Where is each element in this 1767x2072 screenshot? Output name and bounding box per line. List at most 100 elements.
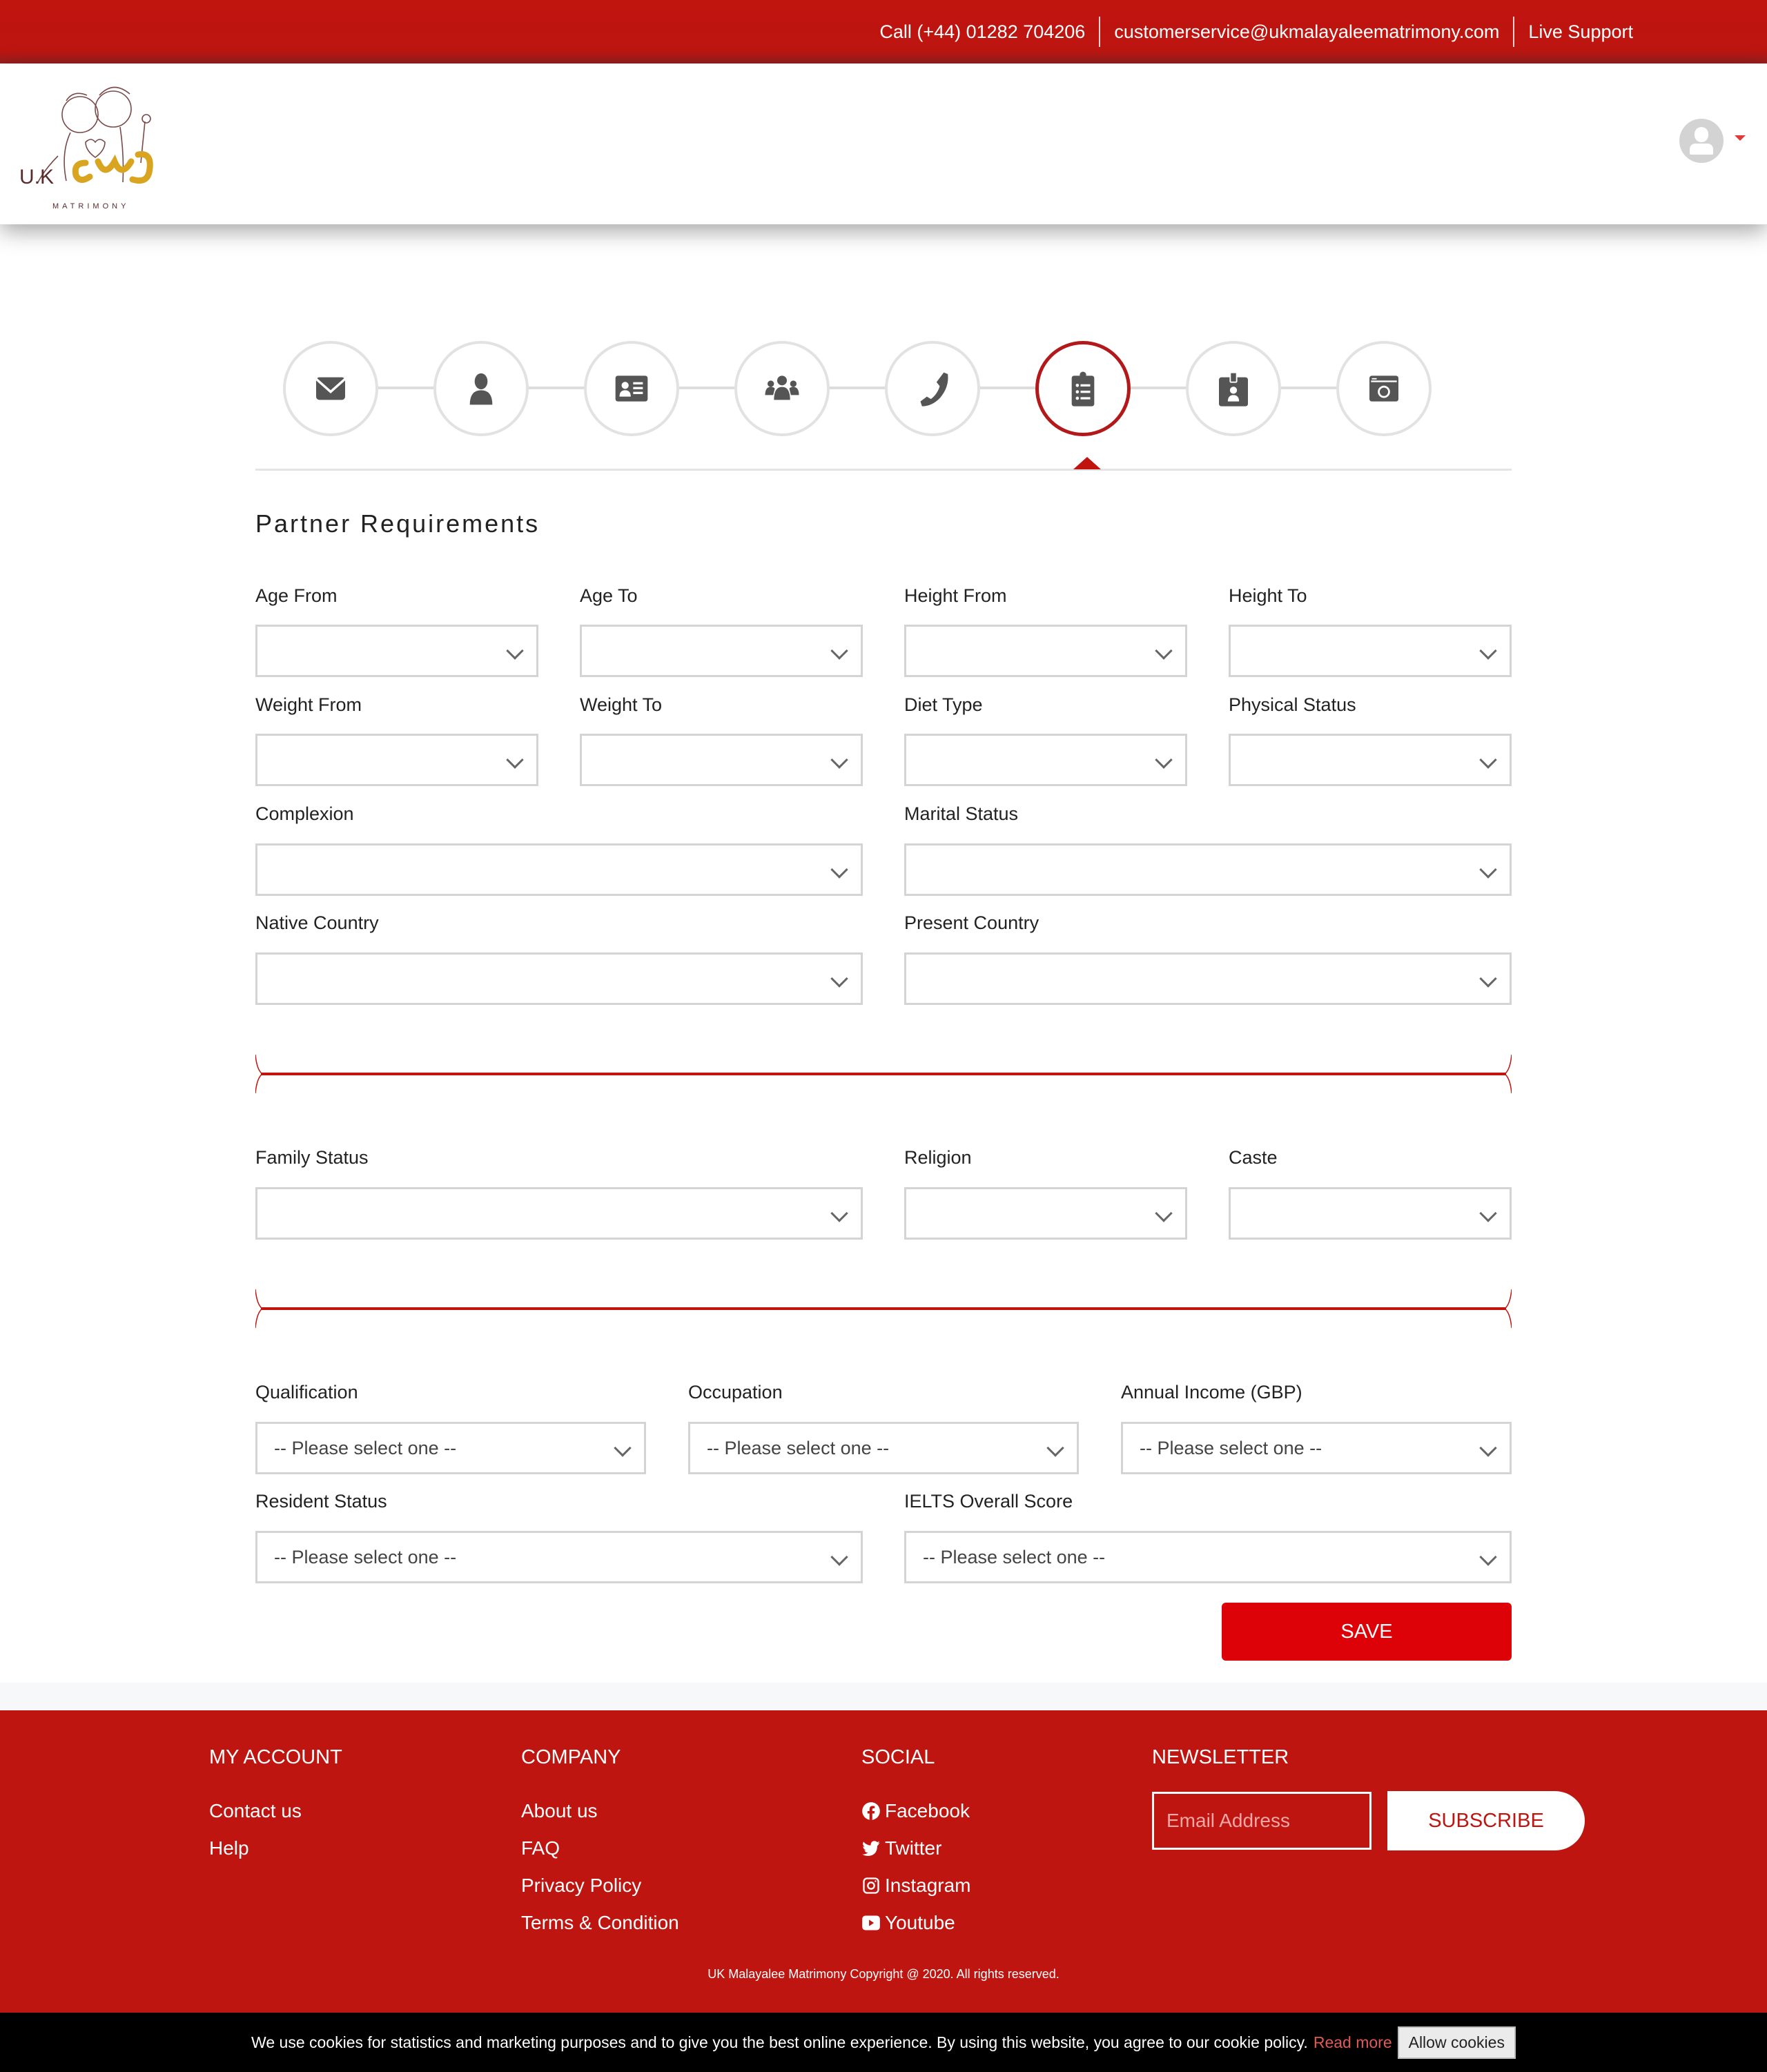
cookie-message: We use cookies for statistics and market… (251, 2033, 1308, 2051)
height-from-label: Height From (904, 585, 1007, 606)
present-country-select[interactable] (904, 952, 1512, 1005)
present-country-label: Present Country (904, 912, 1039, 933)
logo-couple-illustration: U.K MATRIMONY (19, 86, 153, 211)
footer-link-contact-us[interactable]: Contact us (209, 1800, 302, 1822)
chevron-down-icon (506, 642, 524, 660)
religion-label: Religion (904, 1147, 972, 1168)
footer-link-facebook[interactable]: Facebook (861, 1800, 970, 1822)
age-from-select[interactable] (255, 625, 538, 677)
newsletter-email-input[interactable]: Email Address (1152, 1792, 1371, 1850)
qualification-label: Qualification (255, 1382, 358, 1402)
family-status-select[interactable] (255, 1187, 863, 1240)
chevron-down-icon (830, 751, 848, 769)
step-partner-requirements[interactable] (1035, 341, 1131, 436)
diet-type-select[interactable] (904, 734, 1187, 786)
instagram-icon (863, 1877, 879, 1894)
cookie-consent-bar: We use cookies for statistics and market… (0, 2010, 1767, 2072)
copyright-text: UK Malayalee Matrimony Copyright @ 2020.… (707, 1967, 1060, 1981)
active-step-pointer (1073, 457, 1101, 469)
twitter-icon (862, 1841, 880, 1856)
site-footer: MY ACCOUNT Contact us Help COMPANY About… (0, 1710, 1767, 2010)
envelope-icon (315, 377, 346, 400)
users-group-icon (765, 375, 799, 400)
religion-select[interactable] (904, 1187, 1187, 1240)
twitter-label: Twitter (885, 1837, 942, 1859)
footer-link-terms[interactable]: Terms & Condition (521, 1912, 679, 1934)
caste-label: Caste (1229, 1147, 1278, 1168)
annual-income-label: Annual Income (GBP) (1121, 1382, 1302, 1402)
footer-link-privacy-policy[interactable]: Privacy Policy (521, 1875, 641, 1897)
weight-from-select[interactable] (255, 734, 538, 786)
ielts-score-select[interactable]: -- Please select one -- (904, 1531, 1512, 1583)
step-photos[interactable] (1336, 341, 1432, 436)
avatar-body (1690, 144, 1713, 155)
step-personal[interactable] (433, 341, 529, 436)
caste-select[interactable] (1229, 1187, 1512, 1240)
step-connector (1281, 387, 1338, 389)
footer-link-help[interactable]: Help (209, 1837, 249, 1859)
user-icon (469, 373, 493, 405)
step-contact[interactable] (885, 341, 980, 436)
footer-link-youtube[interactable]: Youtube (861, 1912, 955, 1934)
youtube-icon (862, 1915, 880, 1931)
chevron-down-icon (1479, 1204, 1497, 1222)
resident-status-select[interactable]: -- Please select one -- (255, 1531, 863, 1583)
height-to-select[interactable] (1229, 625, 1512, 677)
occupation-select[interactable]: -- Please select one -- (688, 1422, 1079, 1474)
id-badge-icon (1219, 371, 1248, 407)
chevron-down-icon (1479, 1548, 1497, 1566)
avatar-head (1695, 127, 1708, 142)
step-email[interactable] (283, 341, 378, 436)
step-family[interactable] (734, 341, 830, 436)
diet-type-label: Diet Type (904, 694, 983, 715)
phone-icon (920, 372, 948, 407)
caret-down-icon[interactable] (1735, 135, 1746, 141)
footer-heading-social: SOCIAL (861, 1746, 935, 1768)
footer-link-instagram[interactable]: Instagram (861, 1875, 971, 1897)
native-country-select[interactable] (255, 952, 863, 1005)
age-to-select[interactable] (580, 625, 863, 677)
subscribe-button[interactable]: SUBSCRIBE (1387, 1791, 1585, 1850)
step-connector (980, 387, 1037, 389)
step-connector (679, 387, 736, 389)
chevron-down-icon (1155, 642, 1173, 660)
annual-income-value: -- Please select one -- (1140, 1437, 1322, 1458)
step-id-verification[interactable] (1186, 341, 1281, 436)
footer-heading-my-account: MY ACCOUNT (209, 1746, 342, 1768)
marital-status-label: Marital Status (904, 803, 1019, 824)
weight-to-select[interactable] (580, 734, 863, 786)
weight-to-label: Weight To (580, 694, 663, 715)
chevron-down-icon (1046, 1439, 1064, 1457)
occupation-value: -- Please select one -- (707, 1437, 890, 1458)
height-from-select[interactable] (904, 625, 1187, 677)
save-button[interactable]: SAVE (1222, 1603, 1512, 1661)
chevron-down-icon (830, 970, 848, 988)
clipboard-list-icon (1071, 371, 1095, 407)
footer-top-strip (0, 1683, 1767, 1710)
chevron-down-icon (830, 1548, 848, 1566)
cookie-read-more-link[interactable]: Read more (1314, 2033, 1392, 2052)
annual-income-select[interactable]: -- Please select one -- (1121, 1422, 1512, 1474)
site-logo[interactable]: U.K MATRIMONY (17, 73, 182, 215)
marital-status-select[interactable] (904, 843, 1512, 896)
footer-link-twitter[interactable]: Twitter (861, 1837, 941, 1859)
step-profile-card[interactable] (584, 341, 679, 436)
occupation-label: Occupation (688, 1382, 783, 1402)
section-divider (255, 1054, 1512, 1094)
qualification-select[interactable]: -- Please select one -- (255, 1422, 646, 1474)
chevron-down-icon (506, 751, 524, 769)
allow-cookies-button[interactable]: Allow cookies (1397, 2026, 1516, 2059)
native-country-label: Native Country (255, 912, 379, 933)
complexion-select[interactable] (255, 843, 863, 896)
step-connector (830, 387, 886, 389)
chevron-down-icon (1479, 751, 1497, 769)
chevron-down-icon (1479, 642, 1497, 660)
physical-status-label: Physical Status (1229, 694, 1356, 715)
footer-link-faq[interactable]: FAQ (521, 1837, 560, 1859)
footer-link-about-us[interactable]: About us (521, 1800, 598, 1822)
resident-status-label: Resident Status (255, 1491, 387, 1512)
chevron-down-icon (614, 1439, 632, 1457)
user-avatar-icon[interactable] (1679, 119, 1724, 163)
physical-status-select[interactable] (1229, 734, 1512, 786)
age-from-label: Age From (255, 585, 338, 606)
